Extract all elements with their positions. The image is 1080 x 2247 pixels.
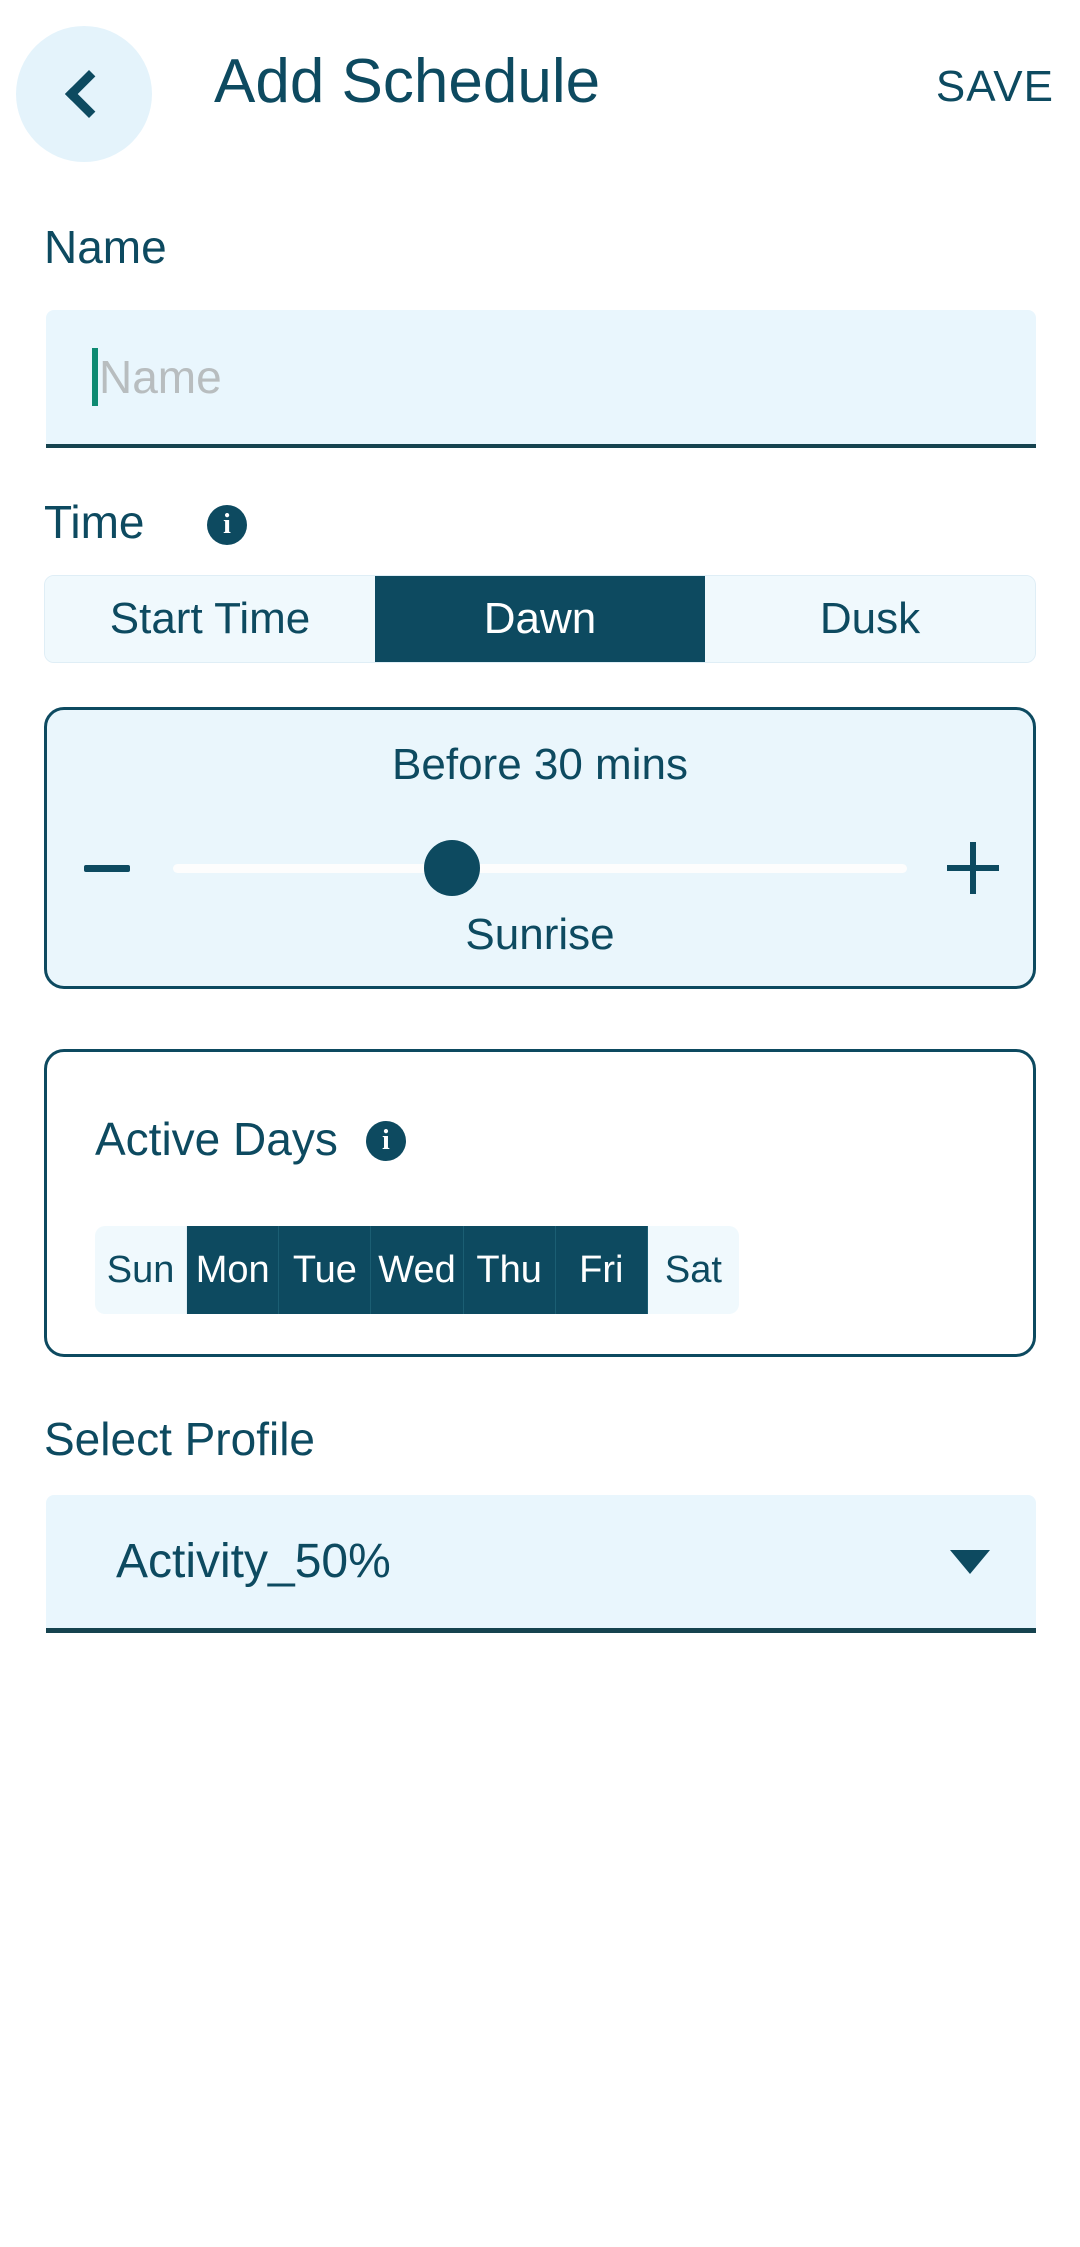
day-toggle-mon[interactable]: Mon xyxy=(187,1226,280,1314)
segment-dusk[interactable]: Dusk xyxy=(705,576,1035,662)
day-toggle-sat[interactable]: Sat xyxy=(647,1226,739,1314)
slider-track xyxy=(173,864,907,873)
day-toggle-sun[interactable]: Sun xyxy=(95,1226,188,1314)
day-toggle-tue[interactable]: Tue xyxy=(279,1226,372,1314)
profile-dropdown[interactable]: Activity_50% xyxy=(46,1495,1036,1633)
add-schedule-screen: Add Schedule SAVE Name Name Time i Start… xyxy=(0,0,1080,2247)
name-placeholder: Name xyxy=(99,351,222,403)
chevron-down-icon xyxy=(950,1549,990,1574)
segment-dawn[interactable]: Dawn xyxy=(375,576,705,662)
text-caret xyxy=(92,348,98,406)
page-title: Add Schedule xyxy=(214,47,601,116)
day-selector[interactable]: Sun Mon Tue Wed Thu Fri Sat xyxy=(95,1226,739,1314)
back-button[interactable] xyxy=(16,26,152,162)
day-toggle-fri[interactable]: Fri xyxy=(555,1226,648,1314)
offset-increment-button[interactable] xyxy=(913,826,1033,910)
plus-icon xyxy=(947,842,999,894)
day-toggle-thu[interactable]: Thu xyxy=(463,1226,556,1314)
time-info-icon[interactable]: i xyxy=(207,505,247,545)
chevron-left-icon xyxy=(64,69,114,119)
offset-slider-row xyxy=(47,826,1033,910)
select-profile-label: Select Profile xyxy=(44,1413,316,1465)
offset-value-label: Before 30 mins xyxy=(392,740,688,789)
segment-start-time[interactable]: Start Time xyxy=(45,576,375,662)
offset-reference-label: Sunrise xyxy=(465,910,615,959)
offset-decrement-button[interactable] xyxy=(47,826,167,910)
active-days-card: Active Days i Sun Mon Tue Wed Thu Fri Sa… xyxy=(44,1049,1036,1357)
app-header: Add Schedule SAVE xyxy=(0,0,1080,200)
active-days-title: Active Days xyxy=(95,1113,338,1165)
name-label: Name xyxy=(44,221,167,273)
time-info-glyph: i xyxy=(223,509,231,540)
profile-selected-value: Activity_50% xyxy=(116,1535,391,1588)
active-days-info-glyph: i xyxy=(381,1125,390,1156)
active-days-info-icon[interactable]: i xyxy=(365,1121,406,1161)
name-input[interactable]: Name xyxy=(46,310,1036,448)
save-button[interactable]: SAVE xyxy=(936,62,1054,112)
day-toggle-wed[interactable]: Wed xyxy=(371,1226,464,1314)
time-mode-segmented-control[interactable]: Start Time Dawn Dusk xyxy=(44,575,1036,663)
active-days-header: Active Days i xyxy=(95,1112,406,1166)
slider-thumb[interactable] xyxy=(423,840,480,896)
offset-slider[interactable] xyxy=(173,826,907,910)
offset-slider-card: Before 30 mins Sunrise xyxy=(44,707,1036,989)
time-label: Time xyxy=(44,496,145,548)
minus-icon xyxy=(84,864,130,872)
